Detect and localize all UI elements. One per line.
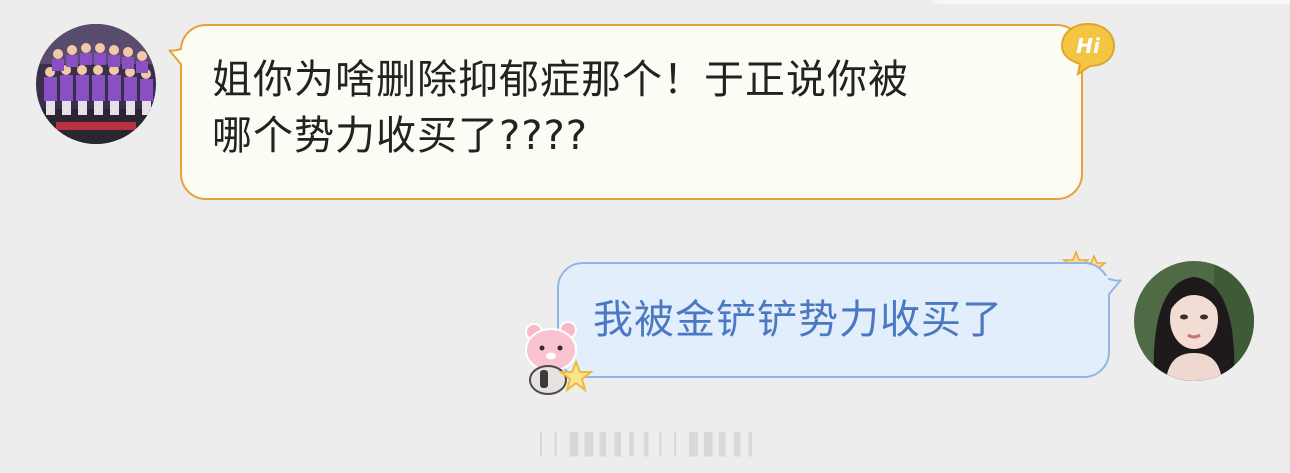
sender-avatar[interactable] xyxy=(36,24,156,144)
message-text-line: 哪个势力收买了???? xyxy=(212,113,588,159)
hi-badge-text: Hi xyxy=(1076,34,1101,58)
outgoing-message-bubble[interactable]: 我被金铲铲势力收买了 xyxy=(557,262,1122,378)
watermark: ▏▏▌▌▍▍▎▎▏▏▌▌▍▍▎▎▏ xyxy=(540,432,752,457)
incoming-message-bubble[interactable]: 姐你为啥删除抑郁症那个！于正说你被 哪个势力收买了???? xyxy=(168,24,1083,200)
bubble-tail-icon xyxy=(168,46,190,70)
pink-bear-sticker-icon xyxy=(525,321,594,395)
user-avatar[interactable] xyxy=(1134,261,1254,381)
bubble-tail-icon xyxy=(1100,276,1122,300)
top-bar-fragment xyxy=(930,0,1290,4)
woman-portrait-avatar-icon xyxy=(1134,261,1254,381)
hi-badge-icon: Hi xyxy=(1060,22,1116,76)
message-text-line: 姐你为啥删除抑郁症那个！于正说你被 xyxy=(212,57,909,103)
team-photo-avatar-icon xyxy=(36,24,156,144)
message-text-line: 我被金铲铲势力收买了 xyxy=(593,297,1003,343)
